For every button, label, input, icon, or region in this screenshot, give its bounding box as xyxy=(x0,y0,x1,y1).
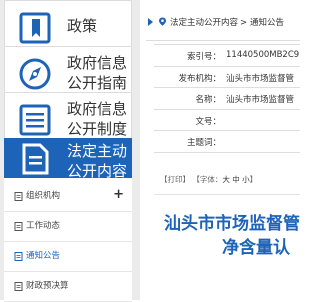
sub-item-label: 工作动态 xyxy=(26,221,61,231)
article-tools: 【打印】 【字体：大 中 小】 xyxy=(160,174,257,185)
nav-label-line: 法定主动 xyxy=(67,142,128,160)
font-medium-link[interactable]: 中 xyxy=(232,175,240,184)
font-size-suffix: 】 xyxy=(249,175,258,184)
book-icon xyxy=(19,12,51,44)
document-icon xyxy=(22,143,49,175)
info-row-index: 索引号： 11440500MB2C9 xyxy=(154,45,300,67)
nav-label: 政策 xyxy=(67,17,98,35)
sidebar: 政策 政府信息 公开指南 政府信息 公开制度 法定主动 公开内容 组织机构 + … xyxy=(0,0,140,302)
info-table: 索引号： 11440500MB2C9 发布机构： 汕头市市场监督管 名称： 汕头… xyxy=(154,44,300,153)
sub-item-label: 财政预决算 xyxy=(26,281,69,291)
breadcrumb-separator: > xyxy=(240,18,248,28)
main-content: 法定主动公开内容 > 通知公告 索引号： 11440500MB2C9 发布机构：… xyxy=(140,0,300,300)
info-row-doc-number: 文号： xyxy=(154,110,300,132)
info-key: 文号： xyxy=(195,116,221,127)
doc-small-icon xyxy=(14,192,23,201)
info-key: 索引号： xyxy=(186,52,221,62)
nav-label-line: 政府信息 xyxy=(67,100,128,118)
doc-small-icon xyxy=(14,222,23,231)
info-value: 汕头市市场监督管 xyxy=(226,95,295,106)
sub-item-budget[interactable]: 财政预决算 xyxy=(4,272,132,302)
info-key: 发布机构： xyxy=(178,73,221,84)
font-large-link[interactable]: 大 xyxy=(222,175,230,184)
info-key: 名称： xyxy=(195,95,221,106)
sub-item-organization[interactable]: 组织机构 + xyxy=(4,182,132,212)
compass-icon xyxy=(19,58,51,90)
sub-item-notices[interactable]: 通知公告 xyxy=(4,242,132,272)
info-key: 主题词： xyxy=(186,138,221,149)
nav-label-line: 公开制度 xyxy=(67,120,128,138)
print-link[interactable]: 【打印】 xyxy=(160,175,190,184)
font-size-prefix: 【字体： xyxy=(192,175,223,184)
breadcrumb-link-notices[interactable]: 通知公告 xyxy=(250,17,284,29)
breadcrumb-marker-icon xyxy=(148,18,153,26)
sub-item-label: 通知公告 xyxy=(26,251,61,261)
location-pin-icon xyxy=(159,17,166,26)
sub-item-work-news[interactable]: 工作动态 xyxy=(4,212,132,242)
nav-item-statutory-content[interactable]: 法定主动 公开内容 xyxy=(4,138,132,180)
nav-label: 政府信息 公开制度 xyxy=(67,99,139,139)
document-title-line2: 净含量认 xyxy=(222,238,290,258)
list-icon xyxy=(19,104,51,136)
info-row-keywords: 主题词： xyxy=(154,131,300,153)
info-row-name: 名称： 汕头市市场监督管 xyxy=(154,88,300,110)
nav-label: 法定主动 公开内容 xyxy=(67,141,139,181)
doc-small-icon xyxy=(14,282,23,291)
info-value: 汕头市市场监督管 xyxy=(226,73,295,84)
nav-label-line: 公开指南 xyxy=(67,74,128,92)
info-value: 11440500MB2C9 xyxy=(226,50,300,60)
document-title-line1: 汕头市市场监督管 xyxy=(164,214,300,234)
nav-label: 政府信息 公开指南 xyxy=(67,53,139,93)
sub-nav-list: 组织机构 + 工作动态 通知公告 财政预决算 xyxy=(4,178,132,302)
expand-plus-icon[interactable]: + xyxy=(113,187,124,202)
divider xyxy=(154,194,300,195)
sub-item-label: 组织机构 xyxy=(26,191,61,201)
breadcrumb-link-statutory[interactable]: 法定主动公开内容 xyxy=(170,17,238,29)
font-small-link[interactable]: 小 xyxy=(242,175,250,184)
doc-small-icon xyxy=(14,252,23,261)
breadcrumb: 法定主动公开内容 > 通知公告 xyxy=(146,14,300,41)
nav-label-line: 政府信息 xyxy=(67,54,128,72)
info-row-publisher: 发布机构： 汕头市市场监督管 xyxy=(154,67,300,89)
